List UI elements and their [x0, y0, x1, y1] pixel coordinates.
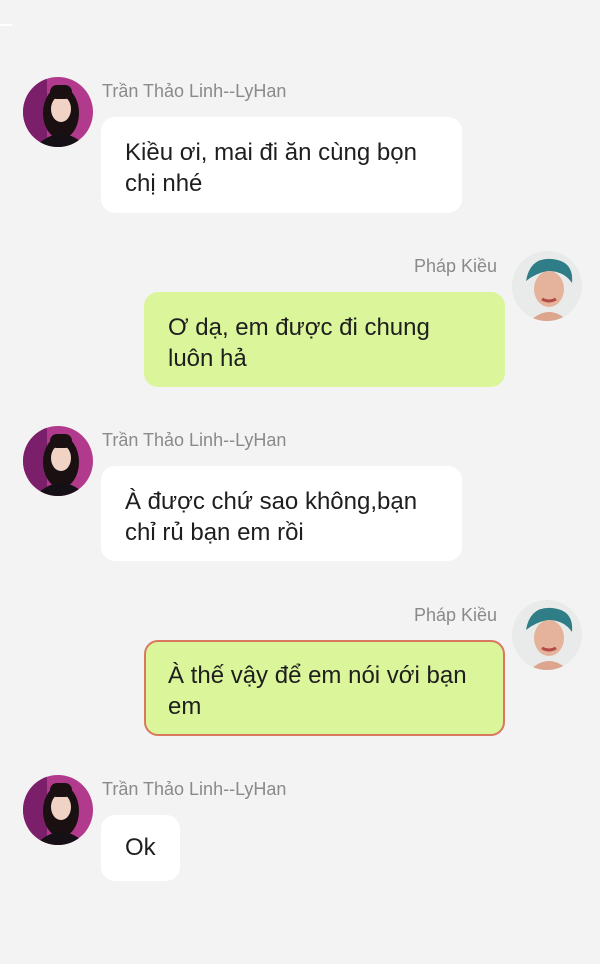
message-text: Kiều ơi, mai đi ăn cùng bọn chị nhé: [125, 139, 417, 197]
message-bubble[interactable]: Ơ dạ, em được đi chung luôn hả: [144, 292, 505, 387]
male-avatar-icon[interactable]: [512, 600, 582, 670]
sender-name: Trần Thảo Linh--LyHan: [102, 81, 287, 101]
message-text: Ok: [125, 834, 156, 861]
male-avatar-icon[interactable]: [512, 251, 582, 321]
female-avatar-icon[interactable]: [23, 426, 93, 496]
message-text: À được chứ sao không,bạn chỉ rủ bạn em r…: [125, 488, 418, 546]
message-text: Ơ dạ, em được đi chung luôn hả: [168, 314, 430, 372]
sender-name: Pháp Kiều: [414, 605, 498, 625]
top-edge-mark: [0, 24, 12, 26]
message-bubble-highlighted[interactable]: À thế vậy để em nói với bạn em: [144, 640, 505, 736]
message-bubble[interactable]: Kiều ơi, mai đi ăn cùng bọn chị nhé: [101, 117, 462, 213]
message-bubble[interactable]: À được chứ sao không,bạn chỉ rủ bạn em r…: [101, 466, 462, 561]
sender-name: Trần Thảo Linh--LyHan: [102, 430, 287, 450]
message-text: À thế vậy để em nói với bạn em: [168, 662, 467, 720]
female-avatar-icon[interactable]: [23, 77, 93, 147]
sender-name: Trần Thảo Linh--LyHan: [102, 779, 287, 799]
female-avatar-icon[interactable]: [23, 775, 93, 845]
message-bubble[interactable]: Ok: [101, 815, 180, 881]
sender-name: Pháp Kiều: [414, 256, 498, 276]
